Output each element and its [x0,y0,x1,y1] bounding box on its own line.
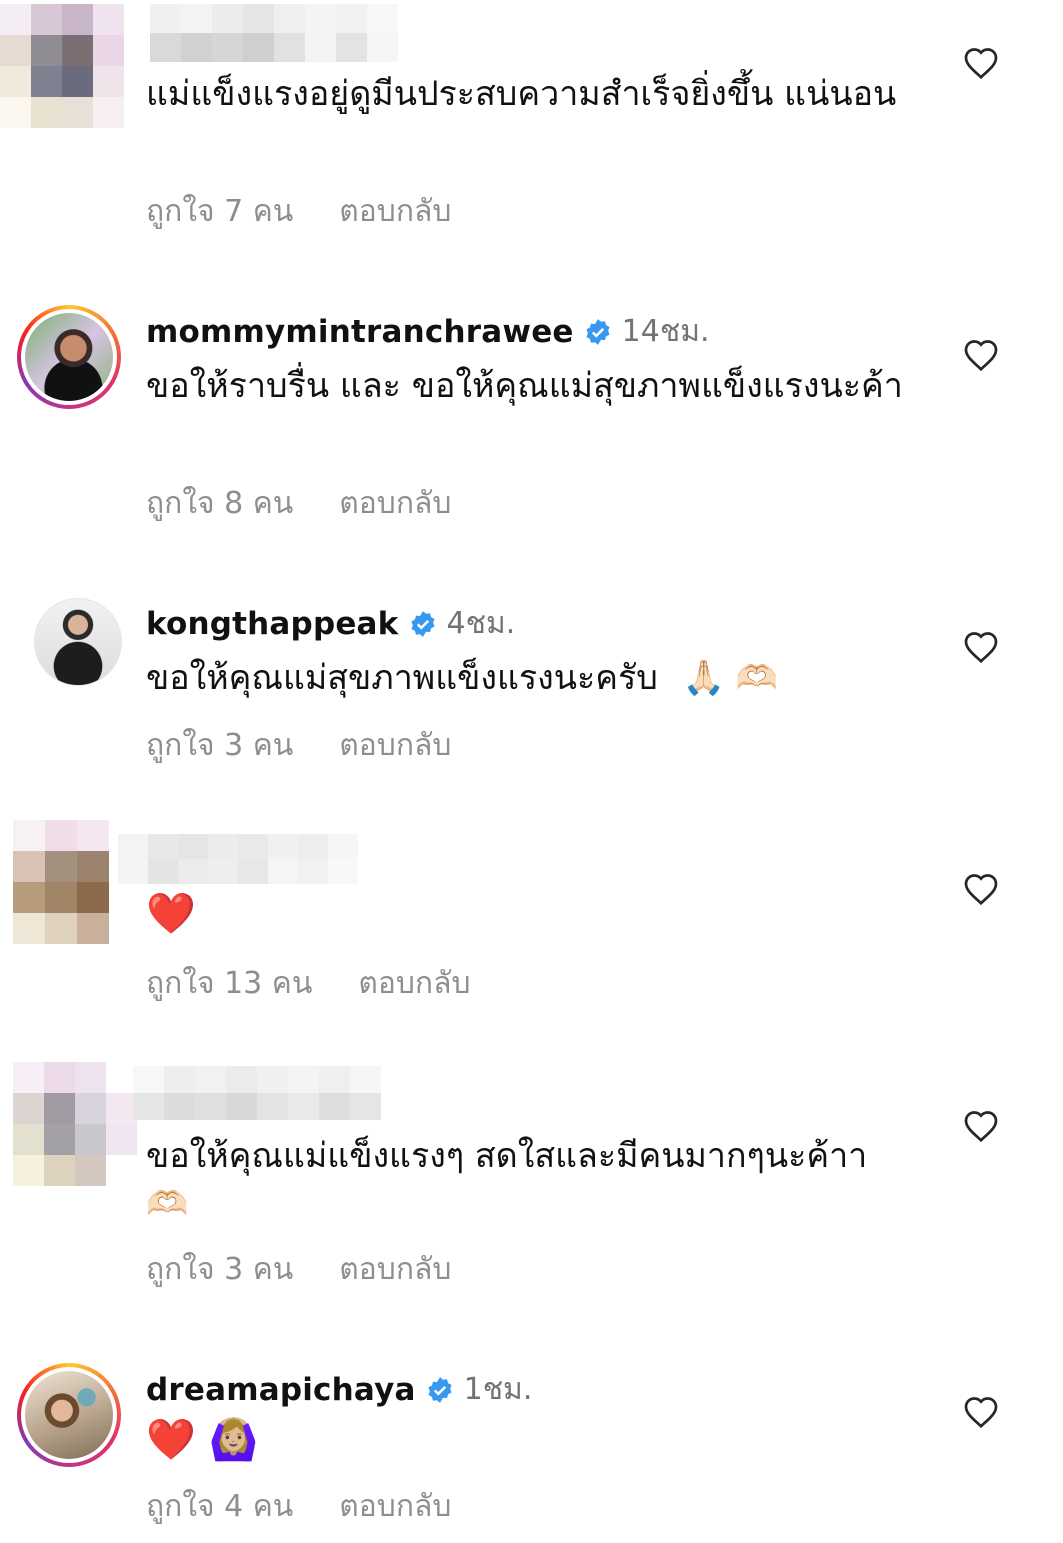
heart-outline-icon[interactable] [963,338,999,372]
username[interactable]: dreamapichaya [146,1372,416,1408]
avatar[interactable] [34,598,122,686]
comment-text: ขอให้คุณแม่แข็งแรงๆ สดใสและมีคนมากๆนะค้า… [146,1132,926,1228]
username-pixelated[interactable] [133,1066,381,1120]
reply-button[interactable]: ตอบกลับ [339,188,451,235]
comment-text: ❤️ [146,891,196,937]
verified-badge-icon [586,318,610,345]
like-count[interactable]: ถูกใจ 13 คน [146,960,312,1007]
verified-badge-icon [428,1376,452,1403]
username[interactable]: kongthappeak [146,606,399,642]
comment-text: ขอให้คุณแม่สุขภาพแข็งแรงนะครับ 🙏🏻 🫶🏻 [146,654,926,702]
comment-text: ❤️ 🙆🏼‍♀️ [146,1417,259,1463]
avatar-pixelated[interactable] [0,4,124,128]
like-count[interactable]: ถูกใจ 3 คน [146,722,293,769]
comment-text: แม่แข็งแรงอยู่ดูมีนประสบความสำเร็จยิ่งขึ… [146,74,897,114]
avatar[interactable] [17,305,121,409]
avatar-pixelated[interactable] [13,820,109,944]
comment-meta: dreamapichaya 1ชม. [146,1366,532,1413]
comment-actions: ถูกใจ 3 คน ตอบกลับ [146,1246,451,1293]
username-pixelated[interactable] [150,4,398,62]
heart-outline-icon[interactable] [963,1395,999,1429]
reply-button[interactable]: ตอบกลับ [339,1246,451,1293]
avatar[interactable] [17,1363,121,1467]
avatar-pixelated[interactable] [13,1062,137,1186]
heart-outline-icon[interactable] [963,46,999,80]
comment-text-body: ขอให้คุณแม่แข็งแรงๆ สดใสและมีคนมากๆนะค้า… [146,1136,868,1176]
emoji: 🙏🏻 🫶🏻 [682,658,779,698]
comment-time: 1ชม. [463,1372,533,1407]
like-count[interactable]: ถูกใจ 8 คน [146,480,293,527]
comment-text-body: ขอให้คุณแม่สุขภาพแข็งแรงนะครับ [146,658,658,698]
comment-actions: ถูกใจ 4 คน ตอบกลับ [146,1483,451,1530]
verified-badge-icon [410,610,435,637]
heart-outline-icon[interactable] [963,1109,999,1143]
comment-meta: mommymintranchrawee 14ชม. [146,308,710,355]
comment-text: ขอให้ราบรื่น และ ขอให้คุณแม่สุขภาพแข็งแร… [146,366,903,406]
like-count[interactable]: ถูกใจ 7 คน [146,188,293,235]
comment-actions: ถูกใจ 13 คน ตอบกลับ [146,960,471,1007]
avatar-photo [25,1371,113,1459]
heart-outline-icon[interactable] [963,630,999,664]
reply-button[interactable]: ตอบกลับ [339,480,451,527]
username[interactable]: mommymintranchrawee [146,314,574,350]
comment-actions: ถูกใจ 3 คน ตอบกลับ [146,722,451,769]
comment-actions: ถูกใจ 8 คน ตอบกลับ [146,480,451,527]
emoji: 🫶🏻 [146,1184,189,1224]
like-count[interactable]: ถูกใจ 4 คน [146,1483,293,1530]
comment-meta: kongthappeak 4ชม. [146,600,515,647]
heart-outline-icon[interactable] [963,872,999,906]
comment-time: 4ชม. [446,606,516,641]
comment-time: 14ชม. [621,314,710,349]
reply-button[interactable]: ตอบกลับ [339,1483,451,1530]
comment-actions: ถูกใจ 7 คน ตอบกลับ [146,188,451,235]
like-count[interactable]: ถูกใจ 3 คน [146,1246,293,1293]
avatar-photo [25,313,113,401]
username-pixelated[interactable] [118,834,358,884]
reply-button[interactable]: ตอบกลับ [358,960,470,1007]
reply-button[interactable]: ตอบกลับ [339,722,451,769]
